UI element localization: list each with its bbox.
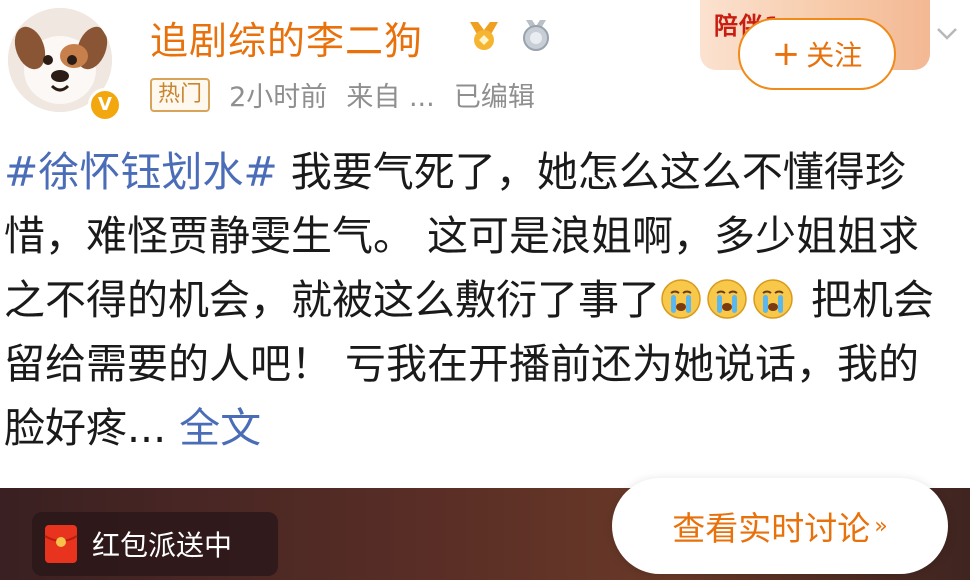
crying-face-icon [753,279,793,319]
crying-face-icon [661,279,701,319]
follow-label: 关注 [806,39,863,72]
silver-medal-icon [523,20,549,51]
gold-medal-icon [470,22,498,50]
chevron-down-icon[interactable] [934,20,960,46]
realtime-discussion-button[interactable]: 查看实时讨论 » [612,478,948,574]
hashtag-link[interactable]: #徐怀钰划水# [4,148,278,196]
follow-button[interactable]: + 关注 [738,18,896,90]
redpack-badge[interactable]: 红包派送中 [32,512,278,576]
redpack-label: 红包派送中 [92,529,233,562]
double-chevron-icon: » [874,513,888,539]
red-envelope-icon [44,525,78,563]
hot-tag[interactable]: 热门 [150,77,211,112]
post-meta: 热门 2小时前 来自 ... 已编辑 [150,75,535,115]
post-source[interactable]: 来自 ... [346,75,434,114]
username[interactable]: 追剧综的李二狗 [150,10,423,65]
realtime-label: 查看实时讨论 [672,509,871,548]
avatar[interactable]: V [8,8,122,122]
plus-icon: + [771,34,801,74]
full-text-link[interactable]: 全文 [166,404,261,452]
verified-badge: V [88,88,122,122]
post-time: 2小时前 [229,82,328,113]
post-body: #徐怀钰划水# 我要气死了，她怎么这么不懂得珍惜，难怪贾静雯生气。 这可是浪姐啊… [4,140,960,460]
edited-label[interactable]: 已编辑 [454,75,535,114]
crying-face-icon [707,279,747,319]
